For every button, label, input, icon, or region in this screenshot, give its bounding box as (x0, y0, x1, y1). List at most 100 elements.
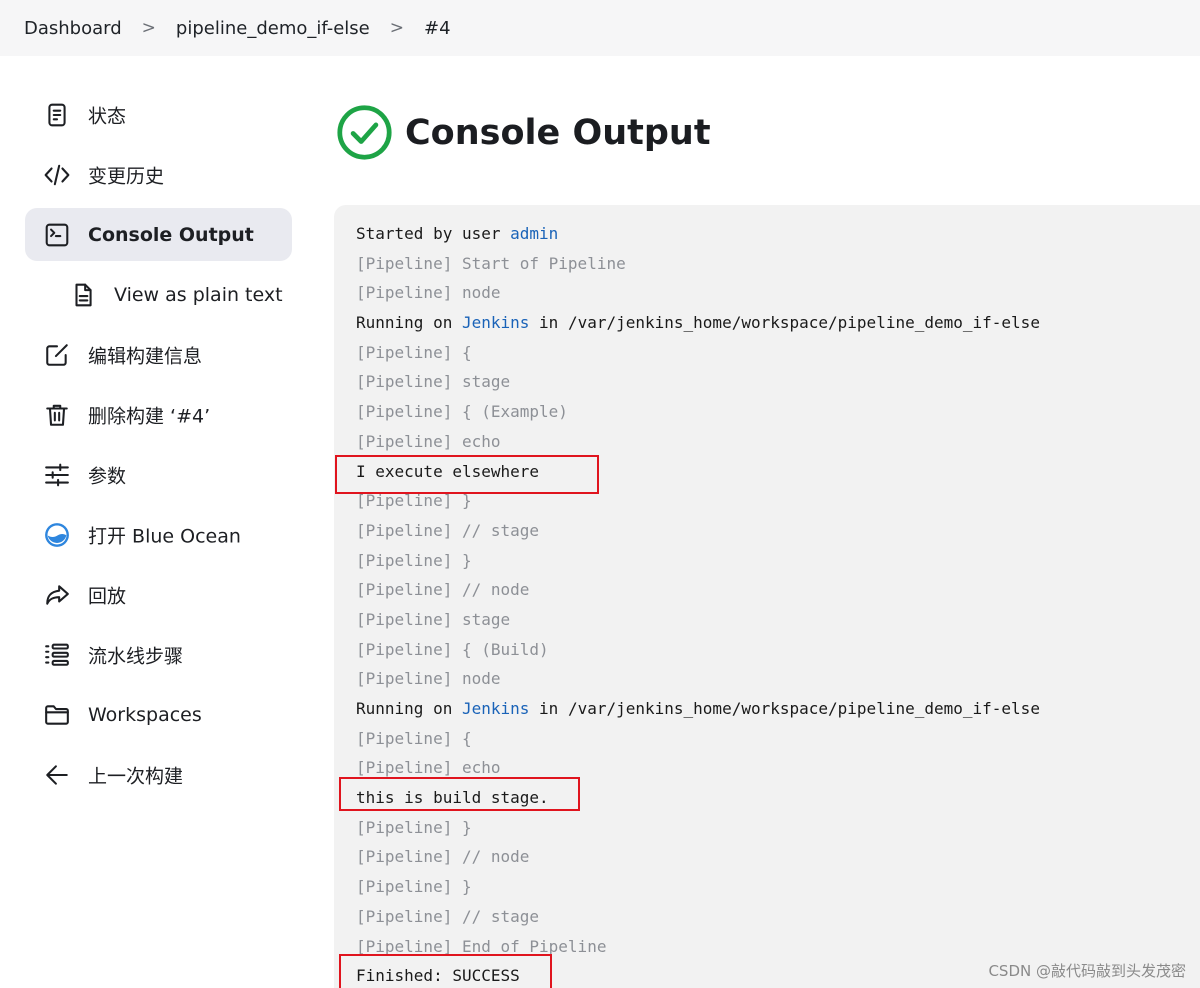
sidebar-item-previous-build[interactable]: 上一次构建 (25, 748, 292, 801)
pipeline-prefix: [Pipeline] (356, 639, 453, 659)
console-text: } (452, 491, 472, 511)
console-line: [Pipeline] node (356, 283, 1200, 313)
pipeline-prefix: [Pipeline] (356, 550, 453, 570)
check-circle-icon (337, 105, 392, 160)
chevron-right-icon: > (141, 18, 156, 38)
console-line: [Pipeline] // stage (356, 521, 1200, 551)
code-icon (43, 161, 71, 189)
sidebar-item-blue-ocean[interactable]: 打开 Blue Ocean (25, 508, 292, 561)
console-line: [Pipeline] // node (356, 580, 1200, 610)
sidebar-item-label: 上一次构建 (88, 765, 184, 787)
arrow-left-icon (43, 761, 71, 789)
console-line-echo-output: I execute elsewhere (335, 454, 1200, 494)
pipeline-prefix: [Pipeline] (356, 431, 453, 451)
console-text: { (452, 728, 472, 748)
pipeline-prefix: [Pipeline] (356, 372, 453, 392)
breadcrumb-job[interactable]: pipeline_demo_if-else (176, 18, 370, 39)
pipeline-prefix: [Pipeline] (356, 609, 453, 629)
pipeline-prefix: [Pipeline] (356, 283, 453, 303)
console-line: [Pipeline] { (356, 343, 1200, 373)
sidebar-item-replay[interactable]: 回放 (25, 568, 292, 621)
console-text: I execute elsewhere (356, 461, 540, 481)
sidebar-item-label: 回放 (88, 585, 127, 607)
console-line: Running on Jenkins in /var/jenkins_home/… (356, 313, 1200, 343)
sidebar-item-console-output[interactable]: Console Output (25, 208, 292, 261)
console-text: echo (452, 431, 501, 451)
sidebar-item-delete-build[interactable]: 删除构建 ‘#4’ (25, 388, 292, 441)
pipeline-prefix: [Pipeline] (356, 520, 453, 540)
pipeline-prefix: [Pipeline] (356, 758, 453, 778)
sidebar-item-label: 参数 (88, 465, 127, 487)
console-text: { (Example) (452, 402, 568, 422)
sliders-icon (43, 461, 71, 489)
sidebar-item-status[interactable]: 状态 (25, 88, 292, 141)
sidebar-item-label: View as plain text (114, 283, 283, 306)
folder-icon (43, 701, 71, 729)
console-line: [Pipeline] // node (356, 847, 1200, 877)
sidebar-item-label: Workspaces (88, 703, 202, 726)
agent-link[interactable]: Jenkins (462, 313, 529, 332)
console-line: Started by user admin (356, 224, 1200, 254)
console-line: [Pipeline] stage (356, 610, 1200, 640)
sidebar-item-parameters[interactable]: 参数 (25, 448, 292, 501)
console-line: [Pipeline] } (356, 877, 1200, 907)
console-text: in /var/jenkins_home/workspace/pipeline_… (529, 313, 1040, 333)
user-link[interactable]: admin (510, 224, 558, 243)
sidebar-item-label: 状态 (88, 105, 127, 127)
sidebar-item-label: 编辑构建信息 (88, 345, 203, 367)
console-text: // node (452, 847, 530, 867)
terminal-icon (43, 221, 71, 249)
watermark: CSDN @敲代码敲到头发茂密 (988, 960, 1186, 981)
trash-icon (43, 401, 71, 429)
sidebar-item-label: 删除构建 ‘#4’ (88, 405, 211, 427)
sidebar-item-label: Console Output (88, 223, 254, 246)
agent-link[interactable]: Jenkins (462, 699, 529, 718)
breadcrumb-build[interactable]: #4 (424, 18, 451, 39)
console-line: [Pipeline] echo (356, 758, 1200, 788)
list-icon (43, 641, 71, 669)
pipeline-prefix: [Pipeline] (356, 580, 453, 600)
sidebar: 状态 变更历史 Console Output View as plain tex… (25, 88, 292, 808)
console-text: } (452, 877, 472, 897)
console-text: End of Pipeline (452, 936, 607, 956)
console-text: echo (452, 758, 501, 778)
pipeline-prefix: [Pipeline] (356, 253, 453, 273)
pipeline-prefix: [Pipeline] (356, 402, 453, 422)
sidebar-item-pipeline-steps[interactable]: 流水线步骤 (25, 628, 292, 681)
sidebar-item-plain-text[interactable]: View as plain text (25, 268, 292, 321)
console-text: stage (452, 372, 511, 392)
chevron-right-icon: > (389, 18, 404, 38)
console-text: { (452, 342, 472, 362)
console-line: Running on Jenkins in /var/jenkins_home/… (356, 699, 1200, 729)
edit-icon (43, 341, 71, 369)
console-line: [Pipeline] { (Example) (356, 402, 1200, 432)
breadcrumb: Dashboard > pipeline_demo_if-else > #4 (0, 0, 1200, 56)
console-line: [Pipeline] } (356, 818, 1200, 848)
console-text: Started by user (356, 224, 511, 243)
console-text: stage (452, 609, 511, 629)
console-text: Running on (356, 313, 462, 333)
console-line: [Pipeline] node (356, 669, 1200, 699)
pipeline-prefix: [Pipeline] (356, 936, 453, 956)
console-text: this is build stage. (356, 788, 549, 808)
pipeline-prefix: [Pipeline] (356, 342, 453, 362)
console-text: { (Build) (452, 639, 549, 659)
sidebar-item-workspaces[interactable]: Workspaces (25, 688, 292, 741)
console-line-echo-output: this is build stage. (339, 777, 1200, 818)
console-line: [Pipeline] } (356, 551, 1200, 581)
console-text: // stage (452, 906, 540, 926)
sidebar-item-edit-build-info[interactable]: 编辑构建信息 (25, 328, 292, 381)
replay-icon (43, 581, 71, 609)
console-text: } (452, 550, 472, 570)
pipeline-prefix: [Pipeline] (356, 491, 453, 511)
document-icon (43, 101, 71, 129)
pipeline-prefix: [Pipeline] (356, 906, 453, 926)
sidebar-item-label: 变更历史 (88, 165, 165, 187)
page-title: Console Output (405, 112, 711, 153)
sidebar-item-label: 流水线步骤 (88, 645, 184, 667)
console-line: [Pipeline] // stage (356, 907, 1200, 937)
file-text-icon (69, 281, 97, 309)
breadcrumb-dashboard[interactable]: Dashboard (24, 18, 122, 39)
sidebar-item-changes[interactable]: 变更历史 (25, 148, 292, 201)
console-text: // node (452, 580, 530, 600)
